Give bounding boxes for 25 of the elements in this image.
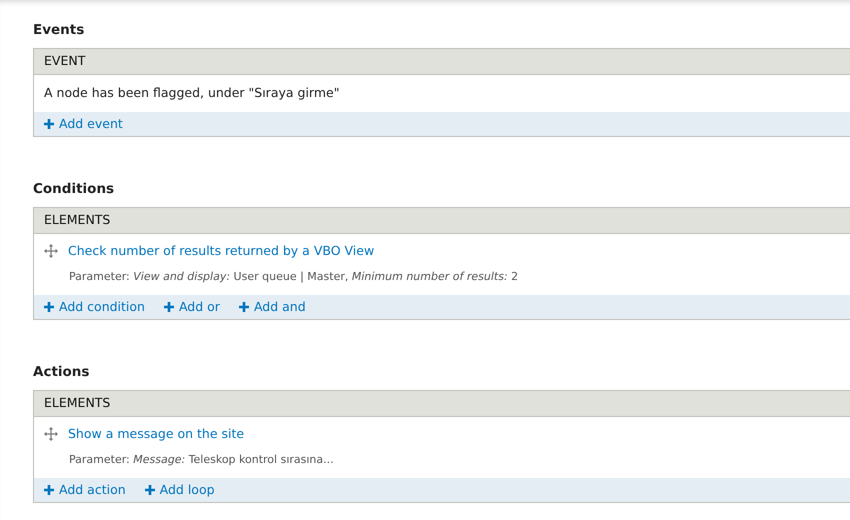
plus-icon (44, 119, 54, 129)
plus-icon (44, 485, 54, 495)
move-handle-icon[interactable] (44, 244, 58, 258)
add-link[interactable]: Add or (164, 298, 220, 316)
add-link[interactable]: Add loop (144, 480, 215, 500)
column-header: EVENT (34, 49, 850, 75)
add-link[interactable]: Add action (44, 480, 126, 500)
add-link[interactable]: Add condition (44, 298, 145, 316)
plus-icon (164, 302, 174, 312)
element-link[interactable]: Check number of results returned by a VBO View (68, 242, 374, 261)
section-heading: Events (33, 22, 86, 39)
parameter-text: Parameter: View and display: User queue | Master, Minimum number of results: 2 (69, 268, 520, 285)
add-link[interactable]: Add event (44, 114, 123, 134)
add-link[interactable]: Add and (238, 298, 306, 316)
plus-icon (44, 302, 54, 312)
parameter-text: Parameter: Message: Teleskop kontrol sırasına... (69, 452, 335, 468)
plus-icon (144, 485, 155, 495)
plus-icon (238, 302, 249, 312)
column-header: ELEMENTS (34, 208, 850, 234)
event-text: A node has been flagged, under "Sıraya girme" (44, 85, 340, 100)
column-header: ELEMENTS (34, 391, 850, 417)
section-heading: Actions (33, 364, 90, 381)
move-handle-icon[interactable] (44, 427, 58, 442)
section-heading: Conditions (33, 181, 116, 198)
element-link[interactable]: Show a message on the site (68, 425, 244, 444)
